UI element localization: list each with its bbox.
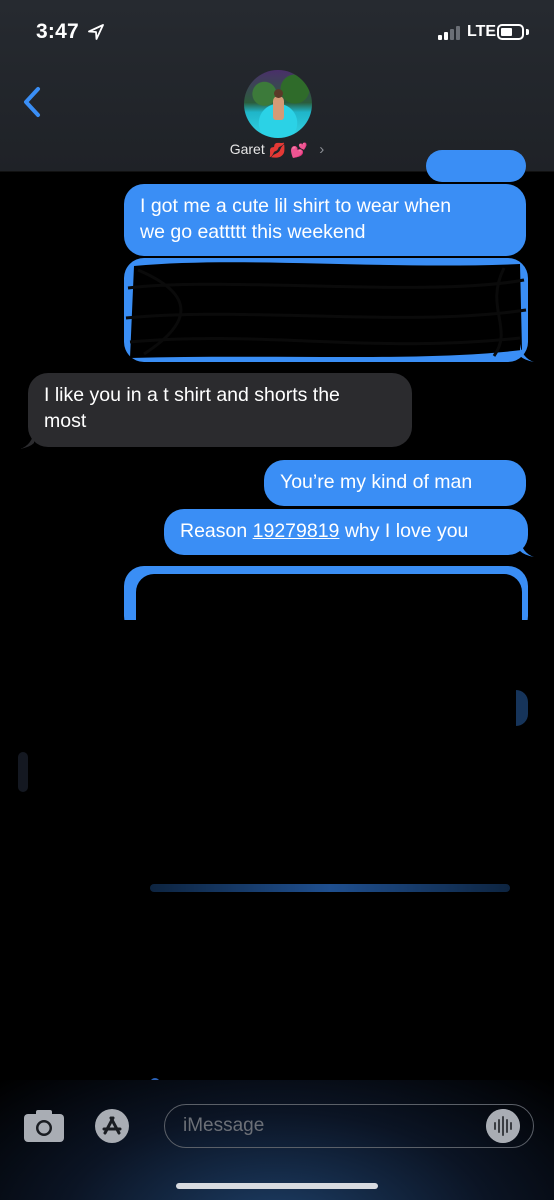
status-time: 3:47: [36, 20, 79, 43]
message-text-line: I like you in a t shirt and shorts the: [44, 384, 340, 406]
bubble-tail: [520, 539, 534, 557]
redacted-bubble-edge: [18, 752, 28, 792]
back-chevron-icon[interactable]: [16, 84, 52, 120]
phone-number-link[interactable]: 19279819: [253, 520, 340, 542]
location-arrow-icon: [88, 24, 104, 40]
message-text-suffix: why I love you: [339, 520, 469, 542]
app-store-icon[interactable]: [92, 1106, 138, 1146]
kiss-mark-emoji: 💋: [268, 141, 287, 158]
message-text-line: we go eattttt this weekend: [140, 221, 366, 243]
contact-name: Garet: [229, 141, 265, 157]
network-type: LTE: [467, 23, 497, 40]
battery-icon: [497, 24, 524, 40]
two-hearts-emoji: 💕: [289, 141, 308, 158]
redacted-bubble-edge: [150, 884, 510, 892]
message-text-line: most: [44, 410, 87, 432]
message-text: You’re my kind of man: [280, 471, 473, 493]
message-text-line: I got me a cute lil shirt to wear when: [140, 195, 452, 217]
bubble-tail: [20, 431, 34, 449]
previous-message-peek: [426, 150, 526, 182]
signal-strength-icon: [438, 25, 460, 40]
message-bubble-received[interactable]: I like you in a t shirt and shorts the m…: [28, 373, 412, 447]
imessage-input[interactable]: [164, 1104, 534, 1148]
conversation-header: 3:47 LTE Garet 💋 💕 ›: [0, 0, 554, 172]
contact-avatar[interactable]: [244, 70, 312, 138]
chevron-right-icon: ›: [319, 141, 325, 158]
message-text-prefix: Reason: [180, 520, 253, 542]
message-bubble-sent[interactable]: I got me a cute lil shirt to wear when w…: [124, 184, 526, 256]
redacted-message-bubble[interactable]: [124, 258, 534, 362]
home-indicator[interactable]: [176, 1183, 378, 1189]
messages-screen: 3:47 LTE Garet 💋 💕 › I got me a cute lil…: [0, 0, 554, 1200]
audio-waveform-icon[interactable]: [486, 1109, 520, 1143]
battery-nub: [526, 29, 529, 35]
camera-icon[interactable]: [22, 1108, 66, 1144]
bubble-tail: [520, 344, 534, 362]
message-bubble-sent[interactable]: You’re my kind of man: [264, 460, 526, 506]
redaction-block: [40, 620, 540, 1080]
redaction-scribble: [125, 262, 527, 358]
message-bubble-sent[interactable]: Reason 19279819 why I love you: [164, 509, 528, 555]
